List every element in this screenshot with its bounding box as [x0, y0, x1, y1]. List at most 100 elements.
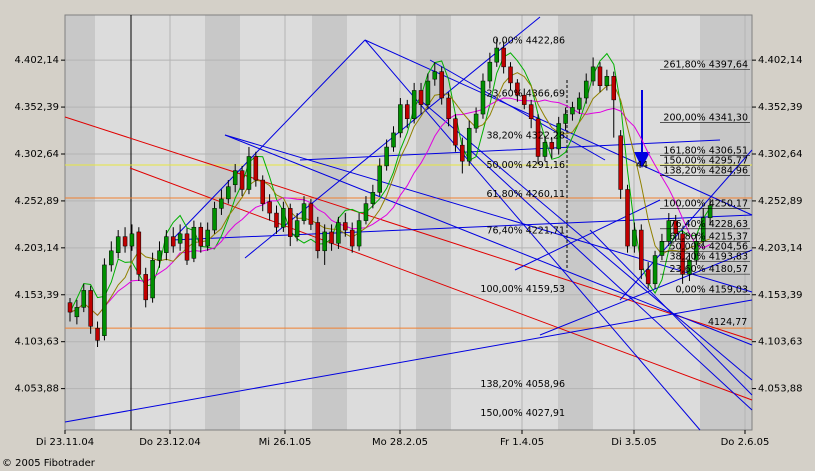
candle-body — [652, 255, 658, 285]
y-tick-label: 4.402,14 — [14, 55, 59, 66]
candle-body — [432, 71, 438, 80]
fib-level-label: 0,00% 4422,86 — [493, 36, 565, 47]
x-tick-label: Do 2.6.05 — [721, 437, 770, 448]
candle-body — [508, 66, 513, 84]
y-tick-label: 4.302,64 — [758, 149, 803, 160]
candle-body — [184, 233, 190, 261]
candle-body — [205, 229, 210, 247]
candle-body — [453, 118, 458, 146]
candle-body — [528, 104, 534, 119]
candle-body — [625, 189, 630, 247]
candle-body — [349, 229, 355, 247]
fib-level-label: 76,40% 4221,71 — [486, 225, 565, 236]
candle-body — [356, 220, 362, 247]
fib-level-label: 138,20% 4284,96 — [663, 166, 748, 177]
fib-level-label: 23,60% 4180,57 — [669, 264, 748, 275]
candle-body — [315, 222, 321, 252]
candle-body — [542, 142, 548, 157]
candle-body — [81, 290, 87, 308]
candle-body — [95, 327, 100, 341]
y-tick-label: 4.302,64 — [14, 149, 59, 160]
candle-body — [88, 290, 93, 327]
candle-body — [473, 113, 479, 129]
candle-body — [301, 203, 307, 221]
candle-body — [109, 250, 114, 266]
copyright-text: © 2005 Fibotrader — [2, 458, 95, 469]
candle-body — [632, 229, 637, 247]
candle-body — [411, 90, 417, 119]
candle-body — [446, 97, 451, 119]
shaded-band — [65, 15, 95, 430]
y-tick-label: 4.352,39 — [14, 102, 59, 113]
candle-body — [398, 104, 403, 134]
y-tick-label: 4.203,14 — [14, 243, 59, 254]
candle-body — [659, 241, 665, 256]
candle-body — [274, 212, 279, 228]
candle-body — [363, 203, 369, 221]
candle-body — [150, 259, 155, 299]
candle-body — [226, 186, 231, 200]
fib-level-label: 50,00% 4291,16 — [486, 160, 565, 171]
x-tick-label: Mi 26.1.05 — [259, 437, 312, 448]
candle-body — [136, 231, 142, 275]
candle-body — [480, 80, 486, 115]
y-tick-label: 4.053,88 — [14, 384, 59, 395]
candle-body — [329, 231, 334, 244]
x-tick-label: Do 23.12.04 — [139, 437, 201, 448]
y-tick-label: 4.103,63 — [758, 337, 803, 348]
candle-body — [246, 156, 252, 190]
candle-body — [549, 142, 555, 150]
candle-body — [370, 192, 376, 204]
candle-body — [570, 107, 575, 115]
candle-body — [239, 170, 245, 190]
candle-body — [232, 170, 238, 186]
chart-annotation: 4124,77 — [708, 317, 747, 328]
candle-body — [191, 226, 197, 259]
y-tick-label: 4.053,88 — [758, 384, 803, 395]
candle-body — [501, 47, 506, 68]
candle-body — [439, 71, 444, 99]
candle-body — [67, 302, 73, 313]
price-chart: 0,00% 4422,86 23,60% 4366,69 38,20% 4322,2… — [0, 0, 815, 471]
candle-body — [583, 80, 589, 99]
candle-body — [322, 231, 327, 252]
candle-body — [577, 97, 582, 110]
candle-body — [129, 233, 135, 247]
candle-body — [102, 264, 107, 336]
y-tick-label: 4.153,39 — [14, 290, 59, 301]
candle-body — [460, 144, 465, 162]
y-tick-label: 4.352,39 — [758, 102, 803, 113]
y-tick-label: 4.402,14 — [758, 55, 803, 66]
fib-level-label: 261,80% 4397,64 — [663, 59, 748, 70]
candle-body — [74, 307, 80, 318]
fib-level-label: 38,20% 4193,83 — [669, 252, 748, 263]
candle-body — [288, 208, 293, 237]
candle-body — [308, 203, 314, 225]
x-tick-label: Mo 28.2.05 — [372, 437, 428, 448]
candle-body — [157, 250, 162, 261]
fib-level-label: 138,20% 4058,96 — [480, 379, 565, 390]
candle-body — [343, 222, 348, 231]
candle-body — [611, 76, 617, 101]
fib-level-label: 200,00% 4341,30 — [663, 113, 748, 124]
x-tick-label: Di 3.5.05 — [611, 437, 656, 448]
shaded-band — [205, 15, 240, 430]
candle-body — [267, 201, 272, 214]
candle-body — [253, 156, 259, 181]
candle-body — [164, 236, 169, 253]
candle-body — [219, 198, 224, 209]
candle-body — [645, 269, 651, 285]
candle-body — [115, 236, 121, 253]
fib-level-label: 0,00% 4159,03 — [676, 284, 748, 295]
x-tick-label: Fr 1.4.05 — [500, 437, 544, 448]
y-tick-label: 4.252,89 — [758, 196, 803, 207]
candle-body — [418, 90, 424, 105]
fib-level-label: 61,80% 4260,11 — [486, 189, 565, 200]
candle-body — [260, 179, 265, 204]
y-tick-label: 4.252,89 — [14, 196, 59, 207]
candle-body — [597, 66, 603, 86]
candle-body — [590, 66, 596, 82]
candle-body — [405, 104, 410, 119]
fib-level-label: 100,00% 4250,17 — [663, 198, 748, 209]
candle-body — [639, 229, 644, 270]
